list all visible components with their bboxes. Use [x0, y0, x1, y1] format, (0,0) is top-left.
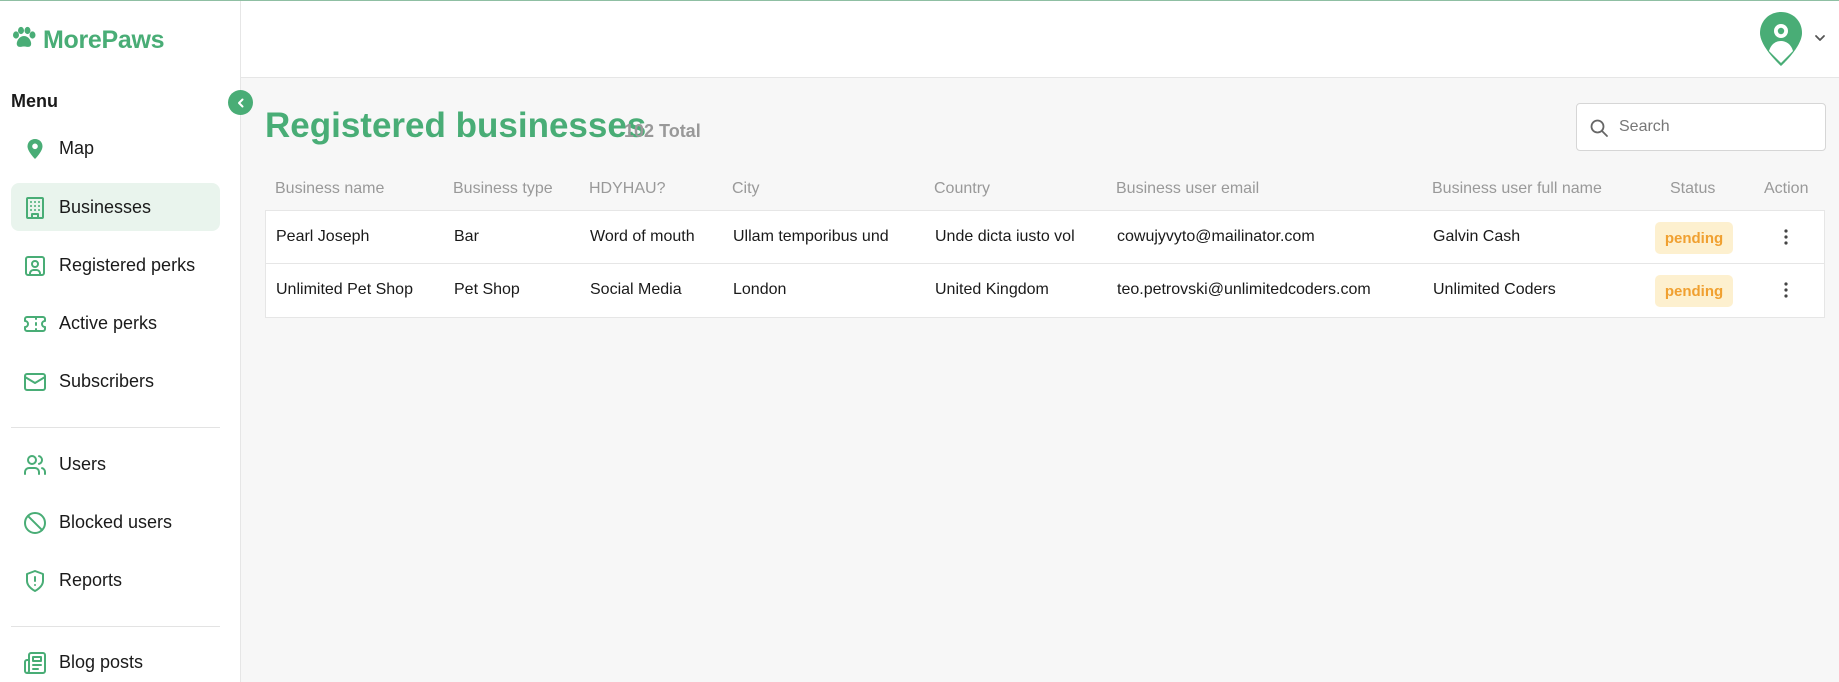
table-row[interactable]: Pearl Joseph Bar Word of mouth Ullam tem… [266, 211, 1824, 264]
sidebar-item-label: Map [59, 137, 95, 158]
mail-icon [23, 370, 47, 394]
column-header[interactable]: Status [1670, 180, 1715, 198]
top-accent-line [0, 0, 1839, 1]
sidebar-item-label: Users [59, 453, 107, 474]
top-header [241, 0, 1839, 78]
column-header: Action [1764, 180, 1809, 197]
businesses-table: Business name Business type HDYHAU? City… [265, 170, 1825, 318]
ban-icon [23, 511, 47, 535]
status-badge: pending [1655, 275, 1733, 307]
sidebar-item-businesses[interactable]: Businesses [11, 183, 220, 231]
sidebar-item-map[interactable]: Map [11, 124, 220, 172]
page-title: Registered businesses [265, 106, 647, 145]
sidebar-item-blocked-users[interactable]: Blocked users [11, 498, 220, 546]
sidebar-divider [11, 427, 220, 428]
menu-label: Menu [11, 91, 58, 111]
table-header: Business name Business type HDYHAU? City… [265, 170, 1825, 210]
sidebar-item-label: Subscribers [59, 370, 155, 391]
avatar[interactable] [1758, 11, 1804, 67]
cell-business-name: Pearl Joseph [276, 228, 370, 245]
sidebar-item-active-perks[interactable]: Active perks [11, 299, 220, 347]
table-body: Pearl Joseph Bar Word of mouth Ullam tem… [265, 210, 1825, 318]
cell-full-name: Galvin Cash [1433, 228, 1521, 245]
cell-hdyhau: Word of mouth [590, 228, 695, 245]
cell-city: London [733, 281, 787, 298]
column-header[interactable]: Business name [275, 180, 384, 198]
sidebar-item-blog-posts[interactable]: Blog posts [11, 638, 220, 682]
cell-email: cowujyvyto@mailinator.com [1117, 228, 1315, 245]
logo[interactable]: MorePaws [11, 25, 165, 55]
cell-email: teo.petrovski@unlimitedcoders.com [1117, 281, 1371, 298]
sidebar-divider [11, 626, 220, 627]
user-square-icon [23, 254, 47, 278]
table-row[interactable]: Unlimited Pet Shop Pet Shop Social Media… [266, 264, 1824, 317]
ticket-icon [23, 312, 47, 336]
sidebar-item-label: Businesses [59, 196, 152, 217]
chevron-left-icon [235, 97, 247, 109]
cell-business-type: Pet Shop [454, 281, 520, 298]
sidebar-item-label: Active perks [59, 312, 158, 333]
brand-name: MorePaws [43, 25, 165, 54]
sidebar-item-subscribers[interactable]: Subscribers [11, 357, 220, 405]
column-header[interactable]: Business type [453, 180, 553, 198]
search-input[interactable] [1619, 104, 1819, 150]
status-badge: pending [1655, 222, 1733, 254]
map-pin-icon [23, 137, 47, 161]
sidebar-item-users[interactable]: Users [11, 440, 220, 488]
sidebar-item-label: Blocked users [59, 511, 173, 532]
paw-icon [11, 26, 37, 55]
users-icon [23, 453, 47, 477]
column-header[interactable]: Country [934, 180, 990, 198]
cell-country: United Kingdom [935, 281, 1049, 298]
more-actions-icon[interactable] [1776, 278, 1796, 302]
cell-hdyhau: Social Media [590, 281, 682, 298]
sidebar: MorePaws Menu Map Businesses Registered … [0, 0, 241, 682]
newspaper-icon [23, 651, 47, 675]
sidebar-item-reports[interactable]: Reports [11, 556, 220, 604]
search-box[interactable] [1576, 103, 1826, 151]
cell-business-name: Unlimited Pet Shop [276, 281, 413, 298]
cell-country: Unde dicta iusto vol [935, 228, 1075, 245]
column-header[interactable]: City [732, 180, 760, 198]
shield-alert-icon [23, 569, 47, 593]
building-icon [23, 196, 47, 220]
sidebar-item-registered-perks[interactable]: Registered perks [11, 241, 220, 289]
column-header[interactable]: Business user email [1116, 180, 1259, 198]
sidebar-item-label: Registered perks [59, 254, 196, 275]
sidebar-item-label: Reports [59, 569, 123, 590]
total-count: 102 Total [624, 121, 701, 141]
cell-full-name: Unlimited Coders [1433, 281, 1556, 298]
sidebar-collapse-button[interactable] [228, 90, 253, 115]
cell-city: Ullam temporibus und [733, 228, 889, 245]
column-header[interactable]: Business user full name [1432, 180, 1602, 198]
column-header[interactable]: HDYHAU? [589, 180, 665, 198]
chevron-down-icon[interactable] [1813, 31, 1827, 45]
sidebar-item-label: Blog posts [59, 651, 144, 672]
cell-business-type: Bar [454, 228, 479, 245]
more-actions-icon[interactable] [1776, 225, 1796, 249]
